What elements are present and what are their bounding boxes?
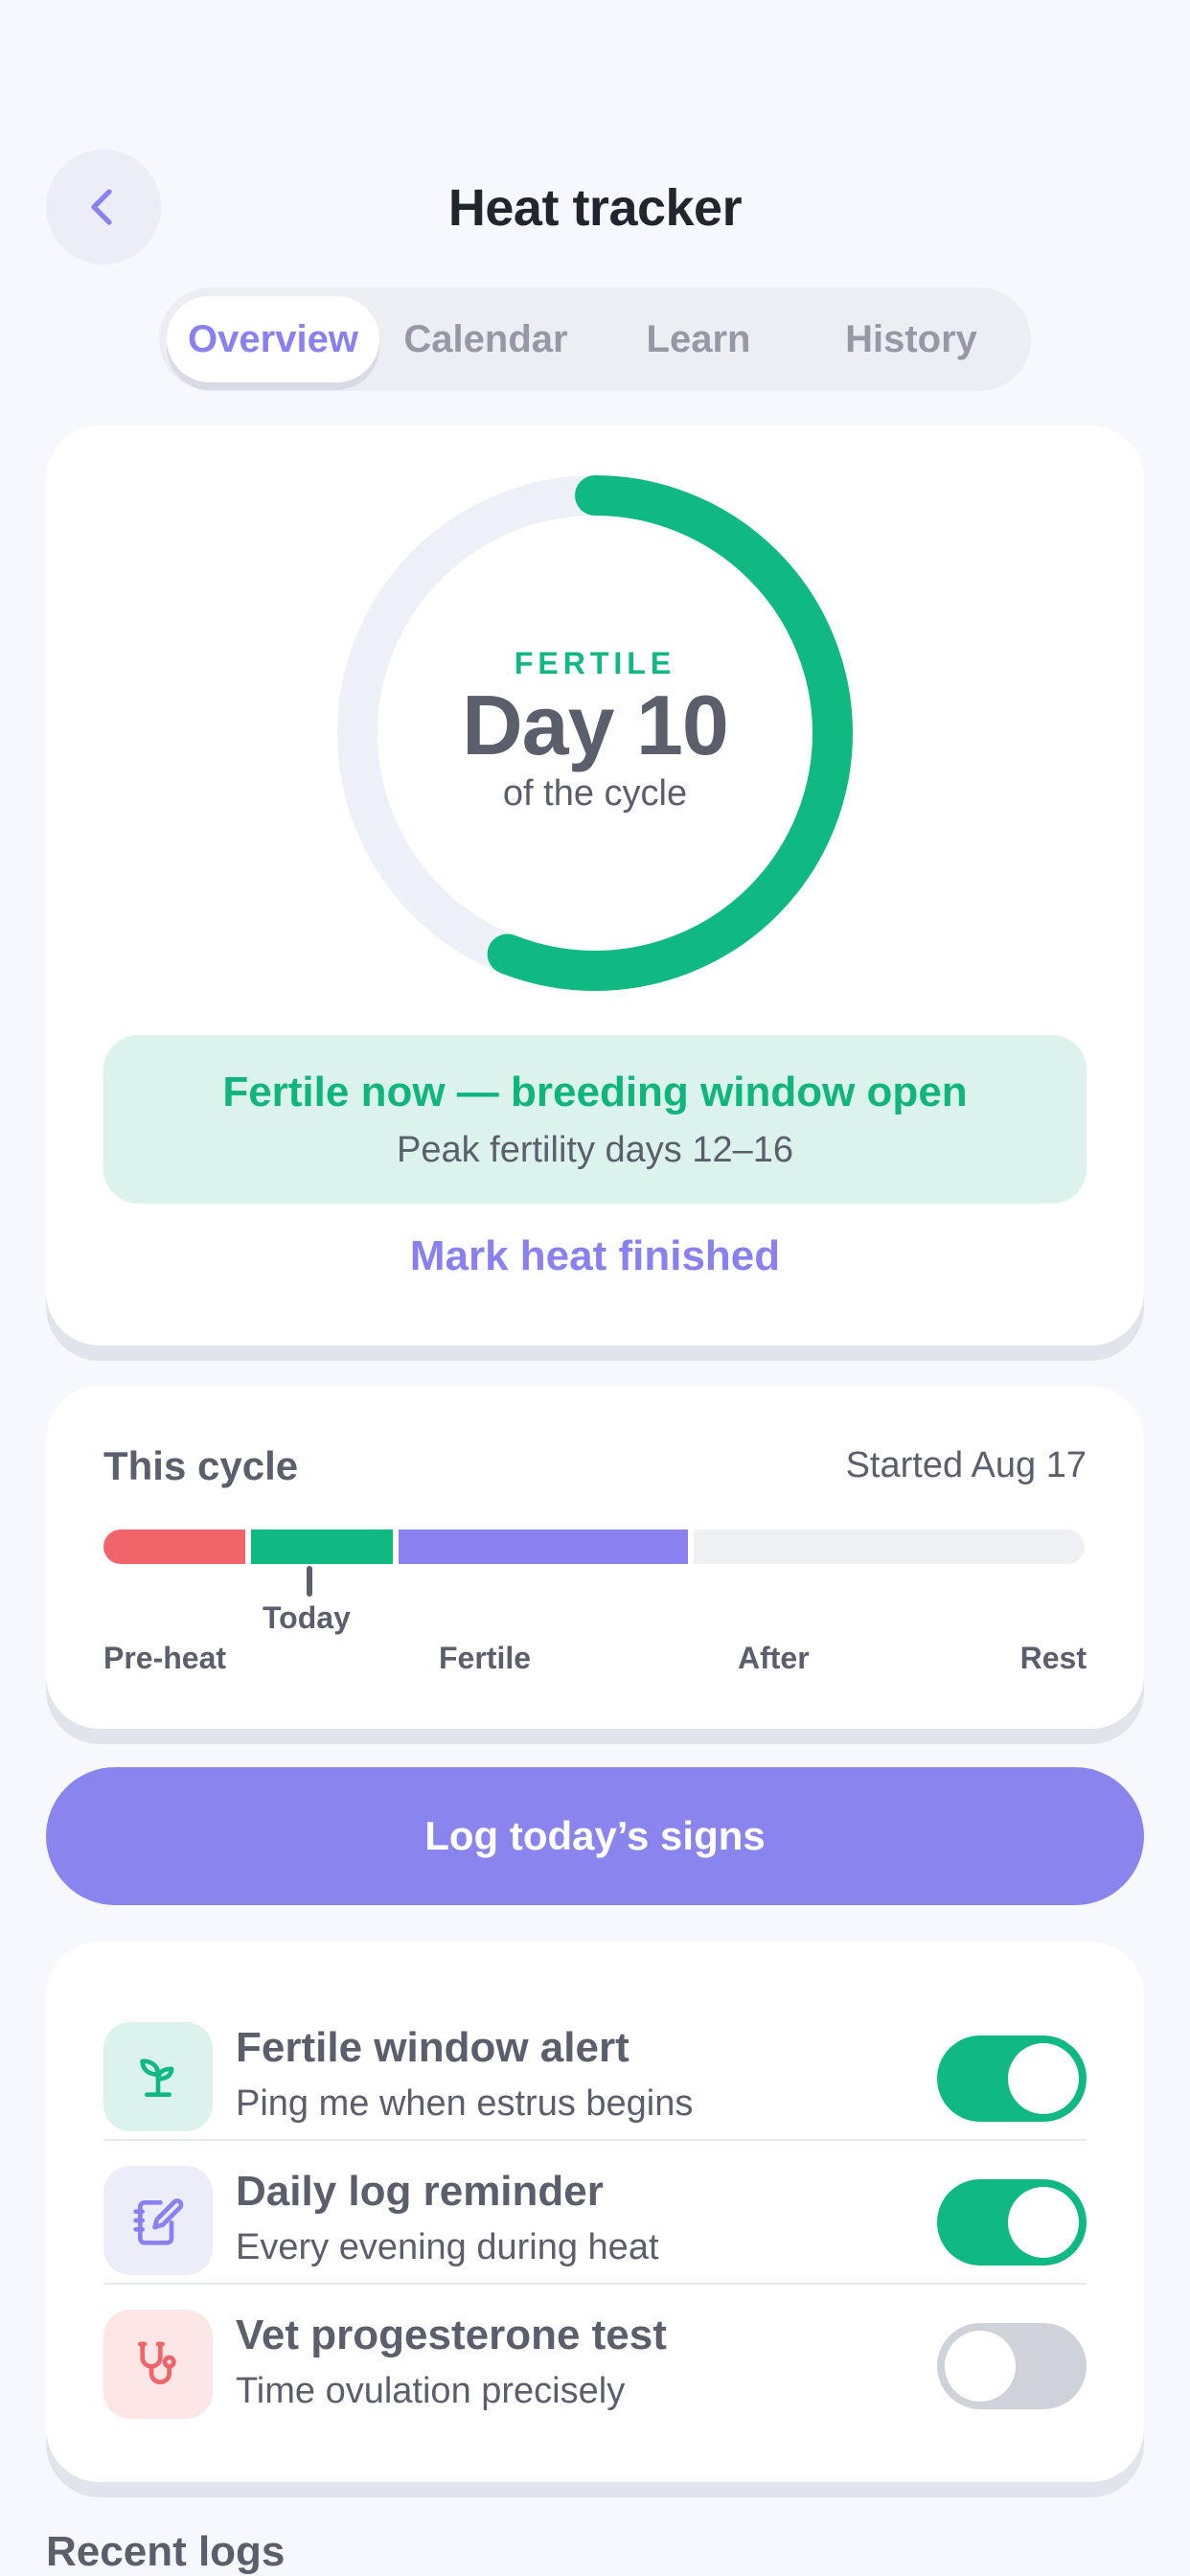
cycle-phase-bar [103,1530,1085,1564]
divider [103,2283,1087,2285]
reminder-subtitle: Time ovulation precisely [236,2371,626,2411]
toggle-knob [1008,2043,1079,2114]
this-cycle-title: This cycle [103,1443,299,1488]
reminder-subtitle: Ping me when estrus begins [236,2083,694,2124]
reminder-title: Fertile window alert [236,2024,629,2071]
toggle-knob [945,2331,1016,2402]
status-title: Fertile now — breeding window open [222,1068,968,1116]
reminder-row-fertile-window: Fertile window alert Ping me when estrus… [103,2011,1087,2154]
phase-label-pre-heat: Pre-heat [103,1641,227,1675]
phase-segment-fertile [251,1530,393,1564]
sprout-icon [103,2022,213,2131]
fertility-status-banner: Fertile now — breeding window open Peak … [103,1035,1087,1204]
status-subtitle: Peak fertility days 12–16 [396,1129,793,1170]
reminder-row-vet-test: Vet progesterone test Time ovulation pre… [103,2298,1087,2442]
recent-logs-heading: Recent logs [46,2528,286,2575]
phase-label-fertile: Fertile [439,1641,532,1675]
stethoscope-icon [103,2310,213,2419]
reminder-title: Daily log reminder [236,2168,604,2215]
reminder-subtitle: Every evening during heat [236,2227,659,2267]
phase-segment-after [399,1530,688,1564]
daily-log-reminder-toggle[interactable] [937,2179,1087,2266]
tab-bar: Overview Calendar Learn History [159,288,1031,391]
log-todays-signs-button[interactable]: Log today’s signs [46,1767,1144,1905]
reminder-title: Vet progesterone test [236,2312,667,2358]
today-marker [307,1566,312,1597]
page-title: Heat tracker [447,179,743,237]
tab-learn[interactable]: Learn [592,296,805,382]
cycle-day-subtitle: of the cycle [502,773,688,815]
tab-overview[interactable]: Overview [167,296,379,382]
phase-segment-pre-heat [103,1530,245,1564]
cycle-day: Day 10 [462,677,729,772]
phase-label-after: After [738,1641,810,1675]
phase-segment-rest [694,1530,1085,1564]
tab-history[interactable]: History [805,296,1018,382]
toggle-knob [1008,2187,1079,2258]
tab-calendar[interactable]: Calendar [379,296,592,382]
vet-progesterone-test-toggle[interactable] [937,2323,1087,2409]
this-cycle-card: This cycle Started Aug 17 Today Pre-heat… [46,1386,1144,1729]
divider [103,2139,1087,2141]
fertile-window-alert-toggle[interactable] [937,2036,1087,2122]
mark-heat-finished-link[interactable]: Mark heat finished [46,1232,1144,1280]
notebook-pen-icon [103,2166,213,2275]
cycle-overview-card: FERTILE Day 10 of the cycle Fertile now … [46,426,1144,1346]
reminder-row-daily-log: Daily log reminder Every evening during … [103,2154,1087,2298]
cycle-start-date: Started Aug 17 [845,1445,1087,1485]
reminders-card: Fertile window alert Ping me when estrus… [46,1942,1144,2482]
phase-label-rest: Rest [1019,1641,1087,1675]
cycle-progress-ring: FERTILE Day 10 of the cycle [337,475,853,991]
phase-label: FERTILE [514,645,676,680]
today-label: Today [263,1600,351,1635]
